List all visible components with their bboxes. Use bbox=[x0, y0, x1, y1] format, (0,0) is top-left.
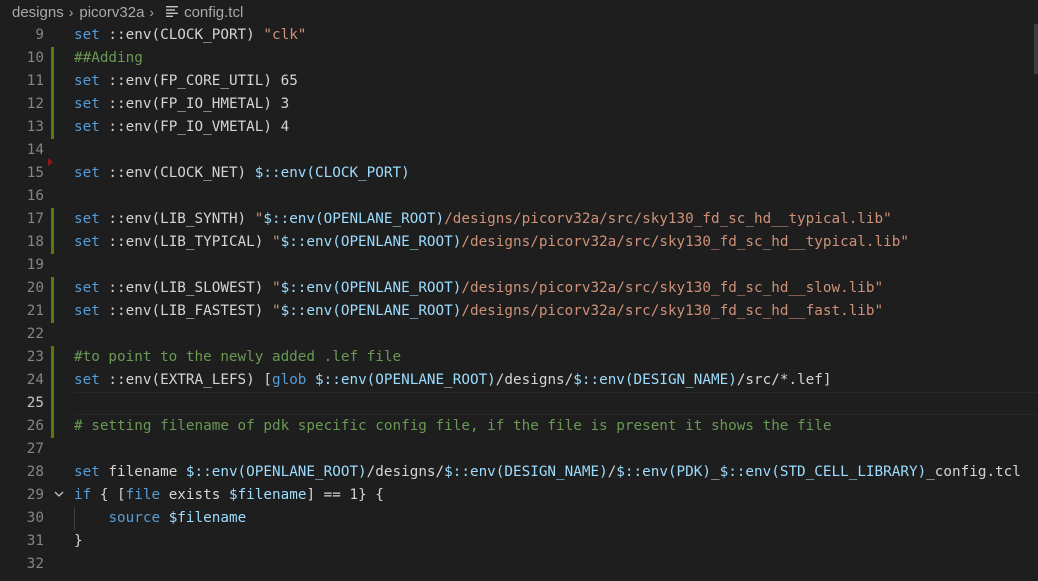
code-line[interactable]: 31} bbox=[0, 530, 1038, 553]
code-text: } bbox=[74, 533, 83, 549]
code-line[interactable]: 16 bbox=[0, 185, 1038, 208]
line-number: 22 bbox=[26, 326, 44, 342]
chevron-right-icon: › bbox=[68, 4, 74, 20]
gutter-change-marker[interactable] bbox=[51, 47, 54, 70]
code-text: set ::env(LIB_TYPICAL) "$::env(OPENLANE_… bbox=[74, 234, 909, 250]
code-text: #to point to the newly added .lef file bbox=[74, 349, 402, 365]
breadcrumb: designs › picorv32a › config.tcl bbox=[0, 0, 1038, 24]
gutter-change-marker[interactable] bbox=[51, 300, 54, 323]
code-text: set ::env(LIB_FASTEST) "$::env(OPENLANE_… bbox=[74, 303, 884, 319]
gutter-change-marker[interactable] bbox=[51, 93, 54, 116]
gutter-change-marker[interactable] bbox=[51, 369, 54, 392]
line-number: 26 bbox=[26, 418, 44, 434]
code-line[interactable]: 25 bbox=[0, 392, 1038, 415]
line-number: 17 bbox=[26, 211, 44, 227]
line-number: 30 bbox=[26, 510, 44, 526]
gutter-change-marker[interactable] bbox=[51, 116, 54, 139]
line-number: 9 bbox=[35, 27, 44, 43]
breadcrumb-file-name[interactable]: config.tcl bbox=[184, 4, 243, 21]
code-line[interactable]: 13 set ::env(FP_IO_VMETAL) 4 bbox=[0, 116, 1038, 139]
gutter-change-marker[interactable] bbox=[51, 346, 54, 369]
line-number: 27 bbox=[26, 441, 44, 457]
code-text: set ::env(LIB_SLOWEST) "$::env(OPENLANE_… bbox=[74, 280, 884, 296]
code-line[interactable]: 18 set ::env(LIB_TYPICAL) "$::env(OPENLAN… bbox=[0, 231, 1038, 254]
code-text: set ::env(CLOCK_NET) $::env(CLOCK_PORT) bbox=[74, 165, 410, 181]
line-number: 23 bbox=[26, 349, 44, 365]
code-text: # setting filename of pdk specific confi… bbox=[74, 418, 832, 434]
code-text: set ::env(FP_CORE_UTIL) 65 bbox=[74, 73, 298, 89]
code-line[interactable]: 32 bbox=[0, 553, 1038, 576]
overview-ruler[interactable] bbox=[1034, 24, 1038, 74]
current-line-highlight bbox=[74, 392, 1038, 415]
line-number: 31 bbox=[26, 533, 44, 549]
file-lines-icon bbox=[166, 4, 179, 20]
gutter-change-marker[interactable] bbox=[51, 70, 54, 93]
line-number: 24 bbox=[26, 372, 44, 388]
line-number: 11 bbox=[26, 73, 44, 89]
code-text: set ::env(FP_IO_HMETAL) 3 bbox=[74, 96, 290, 112]
gutter-change-marker[interactable] bbox=[51, 415, 54, 438]
gutter-change-marker[interactable] bbox=[51, 231, 54, 254]
chevron-right-icon: › bbox=[149, 4, 155, 20]
line-number: 14 bbox=[26, 142, 44, 158]
code-line[interactable]: 26 # setting filename of pdk specific con… bbox=[0, 415, 1038, 438]
code-line[interactable]: 29 if { [file exists $filename] == 1} { bbox=[0, 484, 1038, 507]
code-line[interactable]: 12 set ::env(FP_IO_HMETAL) 3 bbox=[0, 93, 1038, 116]
code-text: source $filename bbox=[108, 510, 247, 526]
code-line[interactable]: 17 set ::env(LIB_SYNTH) "$::env(OPENLANE_… bbox=[0, 208, 1038, 231]
code-line[interactable]: 27 bbox=[0, 438, 1038, 461]
line-number: 28 bbox=[26, 464, 44, 480]
line-number: 15 bbox=[26, 165, 44, 181]
line-number: 16 bbox=[26, 188, 44, 204]
code-line[interactable]: 24 set ::env(EXTRA_LEFS) [glob $::env(OPE… bbox=[0, 369, 1038, 392]
code-line[interactable]: 28 set filename $::env(OPENLANE_ROOT)/des… bbox=[0, 461, 1038, 484]
code-line[interactable]: 14 bbox=[0, 139, 1038, 166]
line-number: 21 bbox=[26, 303, 44, 319]
code-text: set filename $::env(OPENLANE_ROOT)/desig… bbox=[74, 464, 1021, 480]
chevron-down-icon[interactable] bbox=[52, 484, 66, 507]
code-line[interactable]: 23 #to point to the newly added .lef file bbox=[0, 346, 1038, 369]
code-text: ##Adding bbox=[74, 50, 143, 66]
code-text: set ::env(EXTRA_LEFS) [glob $::env(OPENL… bbox=[74, 372, 832, 388]
gutter-change-marker[interactable] bbox=[51, 208, 54, 231]
breadcrumb-item-picorv32a[interactable]: picorv32a bbox=[79, 4, 144, 21]
line-number: 18 bbox=[26, 234, 44, 250]
code-editor[interactable]: 9 set ::env(CLOCK_PORT) "clk"10 ##Adding11… bbox=[0, 24, 1038, 581]
gutter-change-marker[interactable] bbox=[51, 392, 54, 415]
code-text: set ::env(FP_IO_VMETAL) 4 bbox=[74, 119, 290, 135]
code-line[interactable]: 30 source $filename bbox=[0, 507, 1038, 530]
code-line[interactable]: 9 set ::env(CLOCK_PORT) "clk" bbox=[0, 24, 1038, 47]
line-number: 10 bbox=[26, 50, 44, 66]
code-line[interactable]: 22 bbox=[0, 323, 1038, 346]
code-text: if { [file exists $filename] == 1} { bbox=[74, 487, 384, 503]
line-number: 13 bbox=[26, 119, 44, 135]
code-line[interactable]: 10 ##Adding bbox=[0, 47, 1038, 70]
line-number: 19 bbox=[26, 257, 44, 273]
code-line[interactable]: 21 set ::env(LIB_FASTEST) "$::env(OPENLAN… bbox=[0, 300, 1038, 323]
code-line[interactable]: 20 set ::env(LIB_SLOWEST) "$::env(OPENLAN… bbox=[0, 277, 1038, 300]
line-number: 32 bbox=[26, 556, 44, 572]
code-line[interactable]: 11 set ::env(FP_CORE_UTIL) 65 bbox=[0, 70, 1038, 93]
code-line[interactable]: 15 set ::env(CLOCK_NET) $::env(CLOCK_PORT… bbox=[0, 162, 1038, 185]
line-number: 25 bbox=[26, 395, 44, 411]
line-number: 12 bbox=[26, 96, 44, 112]
line-number: 20 bbox=[26, 280, 44, 296]
code-text: set ::env(CLOCK_PORT) "clk" bbox=[74, 27, 307, 43]
gutter-change-marker[interactable] bbox=[51, 277, 54, 300]
breadcrumb-item-designs[interactable]: designs bbox=[12, 4, 64, 21]
code-line[interactable]: 19 bbox=[0, 254, 1038, 277]
code-text: set ::env(LIB_SYNTH) "$::env(OPENLANE_RO… bbox=[74, 211, 892, 227]
line-number: 29 bbox=[26, 487, 44, 503]
